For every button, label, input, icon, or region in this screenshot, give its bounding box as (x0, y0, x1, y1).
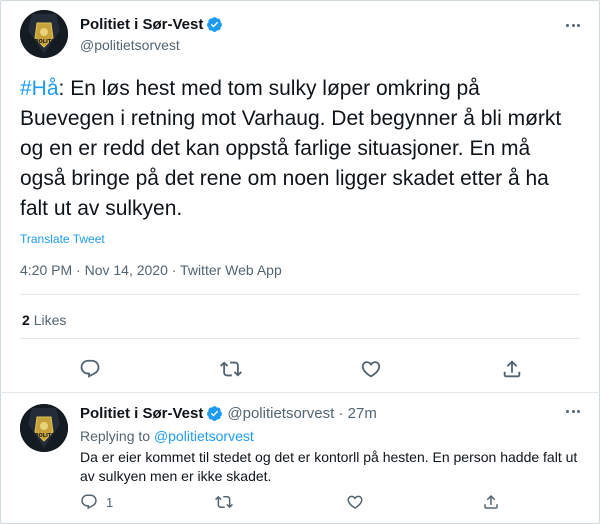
svg-text:POLITI: POLITI (35, 39, 53, 45)
reply-count: 1 (106, 494, 114, 510)
share-icon (484, 494, 498, 509)
divider (20, 294, 580, 295)
translate-tweet-link[interactable]: Translate Tweet (20, 232, 105, 246)
retweet-icon (215, 495, 233, 509)
likes-label: Likes (33, 312, 67, 328)
likes-number: 2 (22, 312, 30, 328)
divider (20, 338, 580, 339)
reply-author-name[interactable]: Politiet i Sør-Vest (80, 405, 203, 422)
tweet-timestamp[interactable]: 4:20 PM · Nov 14, 2020 · Twitter Web App (20, 262, 282, 278)
reply-avatar[interactable]: POLITI (20, 404, 68, 452)
share-button[interactable] (482, 493, 500, 511)
likes-count[interactable]: 2 Likes (22, 312, 66, 328)
retweet-button[interactable] (220, 358, 242, 380)
more-icon[interactable] (566, 404, 580, 418)
tweet-body: : En løs hest med tom sulky løper omkrin… (20, 77, 562, 220)
reply-icon (81, 494, 97, 510)
replying-prefix: Replying to (80, 428, 151, 444)
retweet-icon (220, 361, 242, 377)
like-button[interactable] (346, 493, 364, 511)
author-handle[interactable]: @politietsorvest (80, 37, 180, 53)
reply-button[interactable]: 1 (80, 493, 113, 511)
like-icon (347, 495, 363, 509)
like-button[interactable] (360, 358, 382, 380)
reply-button[interactable] (79, 358, 101, 380)
like-icon (361, 361, 381, 378)
author-name-row[interactable]: Politiet i Sør-Vest (80, 16, 223, 33)
divider (0, 392, 600, 393)
tweet-text: #Hå: En løs hest med tom sulky løper omk… (20, 74, 580, 224)
reply-text: Da er eier kommet til stedet og det er k… (80, 449, 578, 484)
verified-badge-icon (206, 16, 223, 33)
svg-text:POLITI: POLITI (35, 433, 53, 439)
retweet-button[interactable] (215, 493, 233, 511)
reply-author-row[interactable]: Politiet i Sør-Vest @politietsorvest · 2… (80, 405, 377, 422)
reply-icon (80, 359, 100, 378)
reply-handle-time[interactable]: @politietsorvest · 27m (227, 405, 376, 422)
more-icon[interactable] (566, 18, 580, 32)
avatar[interactable]: POLITI (20, 10, 68, 58)
author-name[interactable]: Politiet i Sør-Vest (80, 16, 203, 33)
verified-badge-icon (206, 405, 223, 422)
hashtag-link[interactable]: #Hå (20, 77, 59, 100)
replying-to: Replying to @politietsorvest (80, 428, 254, 444)
share-button[interactable] (501, 358, 523, 380)
replying-to-link[interactable]: @politietsorvest (154, 428, 254, 444)
share-icon (503, 360, 521, 378)
